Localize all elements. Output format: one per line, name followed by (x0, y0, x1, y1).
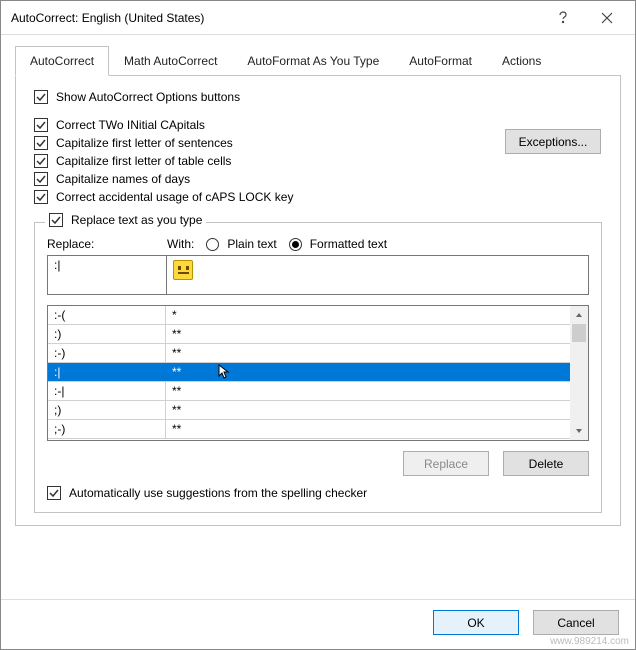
tab-math-autocorrect[interactable]: Math AutoCorrect (109, 46, 232, 76)
input-replace[interactable]: :| (47, 255, 167, 295)
checkbox-replace-as-you-type[interactable] (49, 213, 63, 227)
label-cap-table-cells: Capitalize first letter of table cells (56, 154, 231, 168)
scrollbar[interactable] (570, 306, 588, 440)
title-bar: AutoCorrect: English (United States) (1, 1, 635, 35)
tab-autocorrect[interactable]: AutoCorrect (15, 46, 109, 76)
ok-button[interactable]: OK (433, 610, 519, 635)
table-row[interactable]: :-|** (48, 382, 570, 401)
cursor-icon (218, 364, 230, 383)
scroll-thumb[interactable] (572, 324, 586, 342)
label-cap-days: Capitalize names of days (56, 172, 190, 186)
checkbox-show-options[interactable] (34, 90, 48, 104)
label-cap-sentences: Capitalize first letter of sentences (56, 136, 233, 150)
cancel-button[interactable]: Cancel (533, 610, 619, 635)
label-auto-suggest: Automatically use suggestions from the s… (69, 486, 367, 500)
table-row[interactable]: ;-)** (48, 420, 570, 439)
replace-button[interactable]: Replace (403, 451, 489, 476)
dialog-footer: OK Cancel (1, 599, 635, 649)
close-button[interactable] (585, 3, 629, 33)
checkbox-two-initial-caps[interactable] (34, 118, 48, 132)
radio-plain-text[interactable]: Plain text (206, 237, 276, 251)
scroll-up-icon[interactable] (570, 306, 588, 324)
radio-formatted-text[interactable]: Formatted text (289, 237, 387, 251)
tab-actions[interactable]: Actions (487, 46, 556, 76)
input-with[interactable] (167, 255, 589, 295)
watermark: www.989214.com (550, 636, 629, 647)
delete-button[interactable]: Delete (503, 451, 589, 476)
table-row[interactable]: :)** (48, 325, 570, 344)
label-replace-as-you-type: Replace text as you type (71, 213, 202, 227)
checkbox-cap-table-cells[interactable] (34, 154, 48, 168)
emoji-neutral-face-icon (173, 260, 193, 280)
checkbox-auto-suggest[interactable] (47, 486, 61, 500)
tab-autoformat[interactable]: AutoFormat (394, 46, 487, 76)
checkbox-caps-lock[interactable] (34, 190, 48, 204)
table-row[interactable]: :-(* (48, 306, 570, 325)
label-with: With: (167, 237, 194, 251)
label-show-options: Show AutoCorrect Options buttons (56, 90, 240, 104)
replace-section: Replace text as you type Replace: With: … (34, 222, 602, 513)
exceptions-button[interactable]: Exceptions... (505, 129, 601, 154)
help-button[interactable] (541, 3, 585, 33)
tab-autoformat-as-you-type[interactable]: AutoFormat As You Type (232, 46, 394, 76)
label-caps-lock: Correct accidental usage of cAPS LOCK ke… (56, 190, 293, 204)
table-row[interactable]: :-)** (48, 344, 570, 363)
checkbox-cap-sentences[interactable] (34, 136, 48, 150)
label-replace: Replace: (47, 237, 167, 251)
tab-strip: AutoCorrect Math AutoCorrect AutoFormat … (15, 45, 621, 76)
table-row[interactable]: :|** (48, 363, 570, 382)
dialog-title: AutoCorrect: English (United States) (11, 11, 541, 25)
autocorrect-list: :-(*:)**:-)**:|**:-|**;)**;-)** (47, 305, 589, 441)
autocorrect-dialog: AutoCorrect: English (United States) Aut… (0, 0, 636, 650)
checkbox-cap-days[interactable] (34, 172, 48, 186)
label-two-initial-caps: Correct TWo INitial CApitals (56, 118, 205, 132)
table-row[interactable]: ;)** (48, 401, 570, 420)
scroll-down-icon[interactable] (570, 422, 588, 440)
